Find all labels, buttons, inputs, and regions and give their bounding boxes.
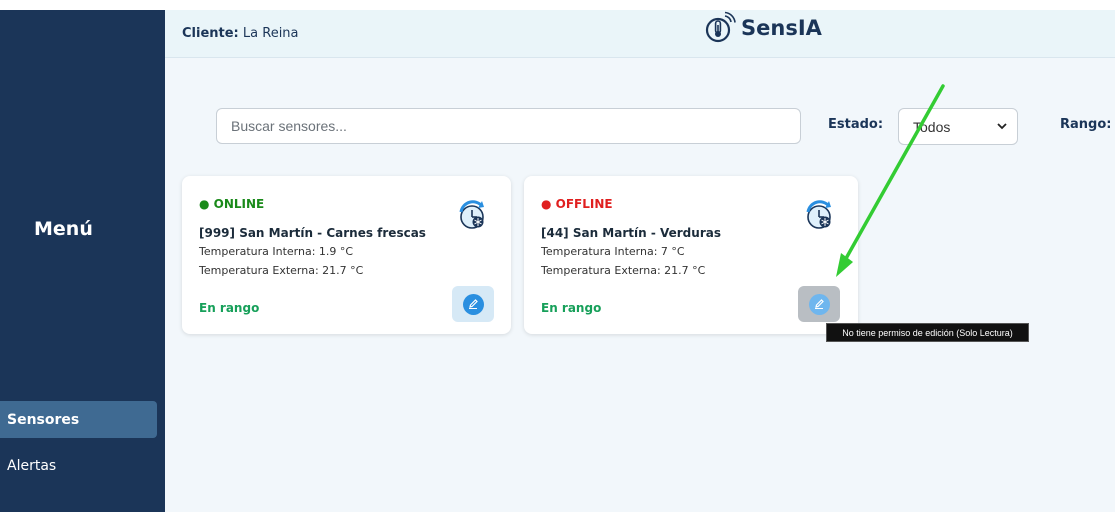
client-label: Cliente:	[182, 26, 239, 41]
client-indicator: Cliente: La Reina	[182, 26, 299, 41]
sensor-card[interactable]: ● ONLINE [999] San Martín - Carnes fresc…	[182, 176, 511, 334]
scheduled-defrost-icon[interactable]	[803, 198, 837, 232]
menu-title: Menú	[34, 218, 93, 240]
edit-button-disabled[interactable]	[798, 286, 840, 322]
estado-select[interactable]: Todos	[898, 108, 1018, 145]
edit-icon-bg	[462, 293, 484, 315]
brand-name: SensIA	[741, 16, 822, 40]
range-status: En rango	[199, 301, 260, 315]
pencil-icon	[815, 299, 824, 309]
estado-selected-value: Todos	[913, 118, 951, 135]
thermometer-wifi-icon	[705, 11, 736, 43]
estado-label: Estado:	[828, 117, 884, 132]
chevron-down-icon	[997, 123, 1007, 130]
sensor-title: [999] San Martín - Carnes frescas	[199, 226, 426, 240]
status-badge: ● ONLINE	[199, 197, 265, 211]
sidebar-item-alertas[interactable]: Alertas	[0, 447, 157, 484]
main-content: Cliente: La Reina SensIA Estado: Todos R…	[165, 10, 1115, 512]
pencil-icon	[469, 299, 478, 309]
edit-button[interactable]	[452, 286, 494, 322]
top-header: Cliente: La Reina SensIA	[165, 10, 1115, 58]
sidebar: Menú Sensores Alertas	[0, 10, 165, 512]
status-badge: ● OFFLINE	[541, 197, 613, 211]
range-status: En rango	[541, 301, 602, 315]
sidebar-item-label: Sensores	[7, 411, 80, 428]
temp-interna: Temperatura Interna: 1.9 °C	[199, 245, 354, 258]
client-name: La Reina	[242, 26, 299, 41]
temp-externa: Temperatura Externa: 21.7 °C	[199, 264, 364, 277]
sensor-title: [44] San Martín - Verduras	[541, 226, 721, 240]
edit-icon-bg	[808, 293, 830, 315]
temp-externa: Temperatura Externa: 21.7 °C	[541, 264, 706, 277]
rango-label: Rango:	[1060, 117, 1112, 132]
edit-permission-tooltip: No tiene permiso de edición (Solo Lectur…	[826, 323, 1029, 342]
top-strip	[0, 0, 1115, 10]
sensor-card[interactable]: ● OFFLINE [44] San Martín - Verduras Tem…	[524, 176, 858, 334]
temp-interna: Temperatura Interna: 7 °C	[541, 245, 685, 258]
sidebar-item-sensores[interactable]: Sensores	[0, 401, 157, 438]
sidebar-item-label: Alertas	[7, 457, 57, 474]
search-input[interactable]	[216, 108, 801, 144]
scheduled-defrost-icon[interactable]	[456, 198, 490, 232]
brand-logo: SensIA	[703, 11, 822, 45]
